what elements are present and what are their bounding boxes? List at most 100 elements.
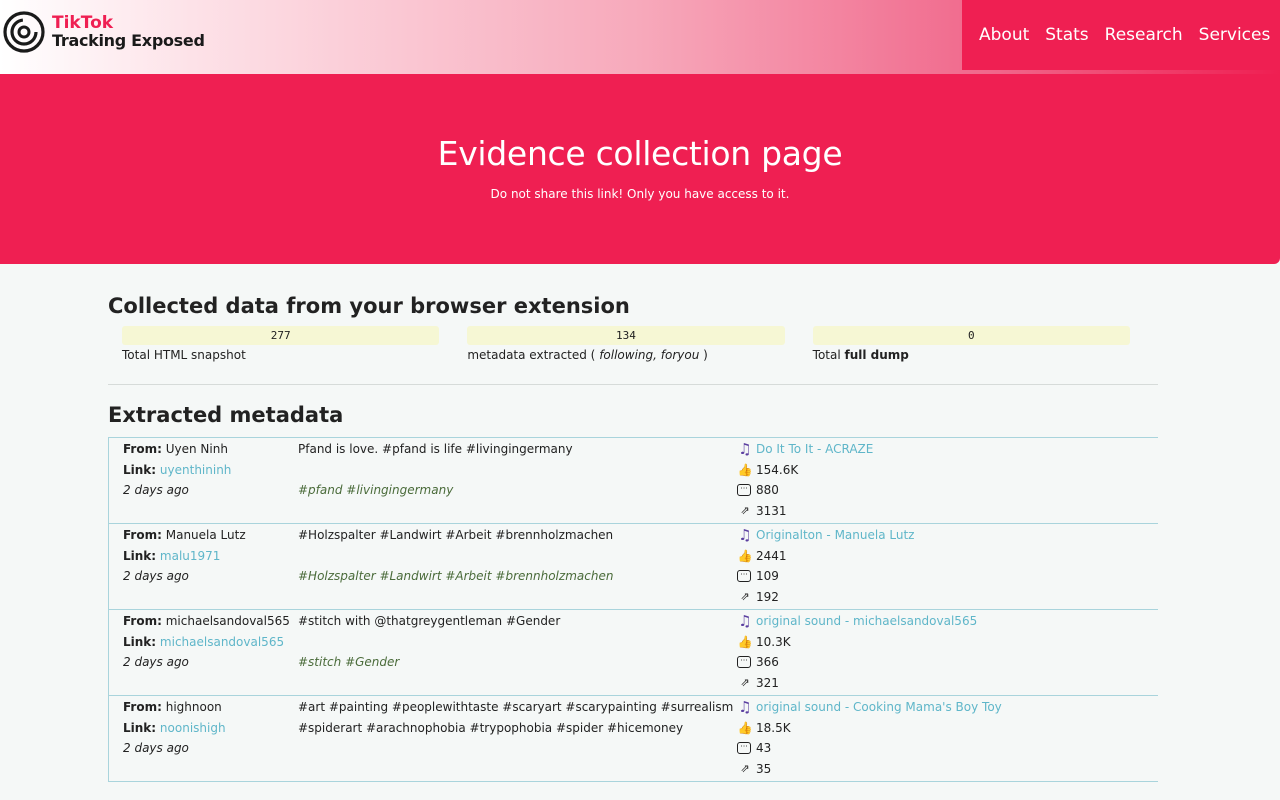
author-link[interactable]: noonishigh [160, 721, 226, 735]
likes-count: 154.6K [756, 462, 799, 477]
speech-bubble-icon: ··· [737, 484, 751, 497]
hashtags: #pfand #livingingermany [298, 483, 454, 497]
author-link[interactable]: malu1971 [160, 549, 221, 563]
main-content: Collected data from your browser extensi… [108, 264, 1158, 782]
hero-banner: Evidence collection page Do not share th… [0, 74, 1280, 264]
speech-bubble-icon: ··· [737, 742, 751, 755]
entry-description: #stitch with @thatgreygentleman #Gender … [298, 611, 737, 693]
stat-label-suffix: ) [699, 348, 708, 362]
comments-count: 880 [756, 483, 779, 497]
stat-label-text: Total [812, 348, 845, 362]
author-name: highnoon [165, 700, 222, 714]
author-name: Uyen Ninh [165, 442, 228, 456]
hashtags: #Holzspalter #Landwirt #Arbeit #brennhol… [298, 569, 614, 583]
entry-stats: ♫ original sound - michaelsandoval565 👍 10… [737, 611, 1158, 693]
link-label: Link: [123, 720, 157, 735]
author-link[interactable]: uyenthininh [160, 463, 232, 477]
speech-bubble-icon: ··· [737, 570, 751, 583]
stat-label: metadata extracted ( following, foryou ) [467, 348, 784, 362]
music-note-icon: ♫ [738, 698, 752, 716]
music-note-icon: ♫ [738, 440, 752, 458]
metadata-title: Extracted metadata [108, 403, 344, 427]
entry-description: Pfand is love. #pfand is life #livinging… [298, 439, 737, 521]
stat-label: Total HTML snapshot [122, 348, 439, 362]
stat-label-text: Total HTML snapshot [122, 348, 246, 362]
metadata-entry: From: Manuela Lutz Link: malu1971 2 days… [108, 524, 1158, 610]
author-link[interactable]: michaelsandoval565 [160, 635, 284, 649]
author-name: Manuela Lutz [165, 528, 246, 542]
music-note-icon: ♫ [738, 612, 752, 630]
stat-label: Total full dump [813, 348, 1130, 362]
thumbs-up-icon: 👍 [737, 462, 753, 477]
navbar: TikTok Tracking Exposed About Stats Rese… [0, 0, 1280, 74]
link-label: Link: [123, 462, 157, 477]
share-arrow-icon: ⇗ [740, 503, 750, 517]
entry-stats: ♫ original sound - Cooking Mama's Boy Toy… [737, 697, 1158, 779]
from-label: From: [123, 442, 162, 456]
metadata-list: From: Uyen Ninh Link: uyenthininh 2 days… [108, 437, 1158, 782]
stat-value: 277 [122, 326, 440, 345]
comments-count: 109 [756, 569, 779, 583]
shares-count: 35 [756, 761, 772, 776]
likes-count: 18.5K [756, 720, 791, 735]
shares-count: 321 [756, 675, 779, 690]
stat-metadata-extracted: 134 metadata extracted ( following, fory… [467, 326, 785, 362]
entry-description: #art #painting #peoplewithtaste #scaryar… [298, 697, 737, 779]
timestamp: 2 days ago [123, 569, 189, 583]
stat-value: 0 [812, 326, 1130, 345]
music-link[interactable]: original sound - michaelsandoval565 [756, 611, 977, 632]
metadata-entry: From: michaelsandoval565 Link: michaelsa… [108, 610, 1158, 696]
description-text: #Holzspalter #Landwirt #Arbeit #brennhol… [298, 528, 614, 542]
description-text: #stitch with @thatgreygentleman #Gender [298, 614, 561, 628]
metadata-entry: From: highnoon Link: noonishigh 2 days a… [108, 696, 1158, 782]
stat-label-emphasis: following, foryou [599, 348, 700, 362]
likes-count: 2441 [756, 548, 787, 563]
page-title: Evidence collection page [437, 134, 843, 173]
nav-links: About Stats Research Services [962, 0, 1280, 70]
stat-html-snapshot: 277 Total HTML snapshot [122, 326, 440, 362]
collected-title: Collected data from your browser extensi… [108, 294, 630, 318]
comments-count: 43 [756, 741, 772, 755]
shares-count: 192 [756, 589, 779, 604]
link-label: Link: [123, 634, 157, 649]
share-arrow-icon: ⇗ [740, 675, 750, 689]
nav-stats[interactable]: Stats [1045, 25, 1088, 45]
logo-text-tiktok: TikTok [52, 13, 114, 33]
from-label: From: [123, 528, 162, 542]
from-label: From: [123, 614, 162, 628]
thumbs-up-icon: 👍 [737, 720, 753, 735]
hashtags: #stitch #Gender [298, 655, 400, 669]
comments-count: 366 [756, 655, 779, 669]
logo-text-tracking: Tracking Exposed [52, 31, 205, 50]
entry-author: From: michaelsandoval565 Link: michaelsa… [109, 611, 298, 693]
divider [108, 384, 1158, 385]
nav-services[interactable]: Services [1199, 25, 1271, 45]
share-arrow-icon: ⇗ [740, 761, 750, 775]
target-logo-icon [3, 11, 45, 53]
music-note-icon: ♫ [738, 526, 752, 544]
page-subtitle: Do not share this link! Only you have ac… [490, 187, 790, 201]
entry-author: From: highnoon Link: noonishigh 2 days a… [109, 697, 298, 779]
timestamp: 2 days ago [123, 741, 189, 755]
thumbs-up-icon: 👍 [737, 548, 753, 563]
share-arrow-icon: ⇗ [740, 589, 750, 603]
description-text: #art #painting #peoplewithtaste #scaryar… [298, 700, 734, 735]
entry-description: #Holzspalter #Landwirt #Arbeit #brennhol… [298, 525, 737, 607]
site-logo[interactable]: TikTok Tracking Exposed [2, 10, 205, 54]
metadata-entry: From: Uyen Ninh Link: uyenthininh 2 days… [108, 438, 1158, 524]
music-link[interactable]: original sound - Cooking Mama's Boy Toy [756, 697, 1002, 718]
nav-research[interactable]: Research [1105, 25, 1183, 45]
entry-author: From: Manuela Lutz Link: malu1971 2 days… [109, 525, 298, 607]
from-label: From: [123, 700, 162, 714]
likes-count: 10.3K [756, 634, 791, 649]
music-link[interactable]: Do It To It - ACRAZE [756, 439, 873, 460]
nav-about[interactable]: About [979, 25, 1029, 45]
stat-label-text: metadata extracted ( [467, 348, 600, 362]
entry-author: From: Uyen Ninh Link: uyenthininh 2 days… [109, 439, 298, 521]
stat-full-dump: 0 Total full dump [812, 326, 1130, 362]
link-label: Link: [123, 548, 157, 563]
author-name: michaelsandoval565 [165, 614, 290, 628]
music-link[interactable]: Originalton - Manuela Lutz [756, 525, 914, 546]
shares-count: 3131 [756, 503, 787, 518]
timestamp: 2 days ago [123, 483, 189, 497]
